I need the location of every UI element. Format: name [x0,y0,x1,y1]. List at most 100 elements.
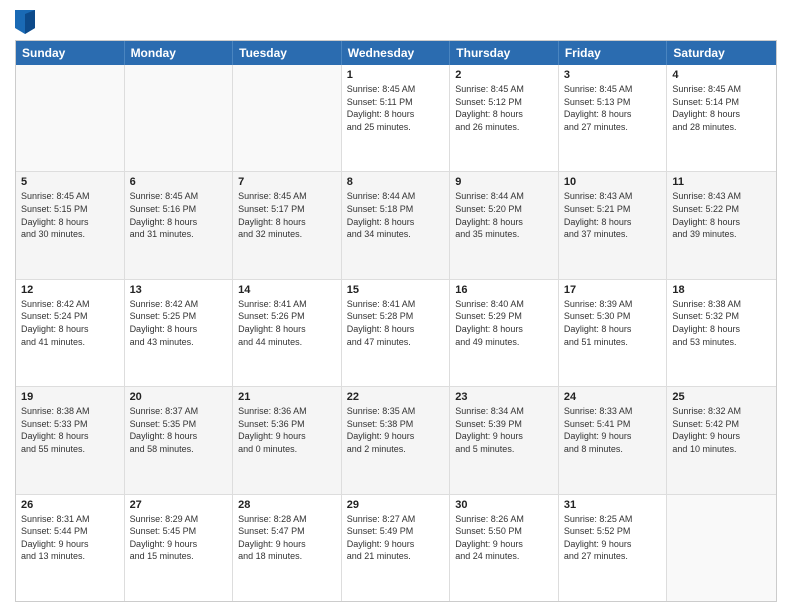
header-day-tuesday: Tuesday [233,41,342,65]
header-day-wednesday: Wednesday [342,41,451,65]
page: SundayMondayTuesdayWednesdayThursdayFrid… [0,0,792,612]
day-info: Sunrise: 8:40 AM Sunset: 5:29 PM Dayligh… [455,298,553,348]
day-number: 22 [347,391,445,403]
day-cell-14: 14 Sunrise: 8:41 AM Sunset: 5:26 PM Dayli… [233,280,342,386]
day-number: 2 [455,69,553,81]
day-info: Sunrise: 8:42 AM Sunset: 5:24 PM Dayligh… [21,298,119,348]
day-cell-29: 29Sunrise: 8:27 AM Sunset: 5:49 PM Dayli… [342,495,451,601]
day-info: Sunrise: 8:36 AM Sunset: 5:36 PM Dayligh… [238,405,336,455]
calendar: SundayMondayTuesdayWednesdayThursdayFrid… [15,40,777,602]
day-cell-12: 12 Sunrise: 8:42 AM Sunset: 5:24 PM Dayli… [16,280,125,386]
day-info: Sunrise: 8:32 AM Sunset: 5:42 PM Dayligh… [672,405,771,455]
calendar-row-1: 1 Sunrise: 8:45 AM Sunset: 5:11 PM Daylig… [16,65,776,171]
empty-cell [667,495,776,601]
day-info: Sunrise: 8:34 AM Sunset: 5:39 PM Dayligh… [455,405,553,455]
day-cell-7: 7 Sunrise: 8:45 AM Sunset: 5:17 PM Daylig… [233,172,342,278]
day-number: 16 [455,284,553,296]
day-cell-31: 31Sunrise: 8:25 AM Sunset: 5:52 PM Dayli… [559,495,668,601]
day-number: 9 [455,176,553,188]
day-cell-1: 1 Sunrise: 8:45 AM Sunset: 5:11 PM Daylig… [342,65,451,171]
day-info: Sunrise: 8:29 AM Sunset: 5:45 PM Dayligh… [130,513,228,563]
day-number: 29 [347,499,445,511]
day-number: 15 [347,284,445,296]
day-number: 12 [21,284,119,296]
day-number: 4 [672,69,771,81]
calendar-row-2: 5 Sunrise: 8:45 AM Sunset: 5:15 PM Daylig… [16,171,776,278]
day-cell-21: 21 Sunrise: 8:36 AM Sunset: 5:36 PM Dayli… [233,387,342,493]
day-number: 21 [238,391,336,403]
day-info: Sunrise: 8:41 AM Sunset: 5:28 PM Dayligh… [347,298,445,348]
logo-icon [15,10,35,34]
header-day-friday: Friday [559,41,668,65]
day-cell-10: 10 Sunrise: 8:43 AM Sunset: 5:21 PM Dayli… [559,172,668,278]
day-cell-16: 16 Sunrise: 8:40 AM Sunset: 5:29 PM Dayli… [450,280,559,386]
calendar-header: SundayMondayTuesdayWednesdayThursdayFrid… [16,41,776,65]
day-cell-9: 9 Sunrise: 8:44 AM Sunset: 5:20 PM Daylig… [450,172,559,278]
day-number: 26 [21,499,119,511]
day-info: Sunrise: 8:31 AM Sunset: 5:44 PM Dayligh… [21,513,119,563]
day-cell-2: 2 Sunrise: 8:45 AM Sunset: 5:12 PM Daylig… [450,65,559,171]
header [15,10,777,34]
day-info: Sunrise: 8:41 AM Sunset: 5:26 PM Dayligh… [238,298,336,348]
day-number: 10 [564,176,662,188]
day-info: Sunrise: 8:39 AM Sunset: 5:30 PM Dayligh… [564,298,662,348]
day-number: 30 [455,499,553,511]
day-cell-30: 30 Sunrise: 8:26 AM Sunset: 5:50 PM Dayli… [450,495,559,601]
day-info: Sunrise: 8:43 AM Sunset: 5:21 PM Dayligh… [564,190,662,240]
day-number: 8 [347,176,445,188]
day-cell-4: 4 Sunrise: 8:45 AM Sunset: 5:14 PM Daylig… [667,65,776,171]
day-number: 13 [130,284,228,296]
calendar-row-4: 19 Sunrise: 8:38 AM Sunset: 5:33 PM Dayli… [16,386,776,493]
calendar-row-3: 12 Sunrise: 8:42 AM Sunset: 5:24 PM Dayli… [16,279,776,386]
day-cell-25: 25 Sunrise: 8:32 AM Sunset: 5:42 PM Dayli… [667,387,776,493]
day-cell-28: 28 Sunrise: 8:28 AM Sunset: 5:47 PM Dayli… [233,495,342,601]
day-number: 24 [564,391,662,403]
day-info: Sunrise: 8:43 AM Sunset: 5:22 PM Dayligh… [672,190,771,240]
day-cell-13: 13Sunrise: 8:42 AM Sunset: 5:25 PM Dayli… [125,280,234,386]
day-cell-27: 27 Sunrise: 8:29 AM Sunset: 5:45 PM Dayli… [125,495,234,601]
day-number: 19 [21,391,119,403]
header-day-saturday: Saturday [667,41,776,65]
day-info: Sunrise: 8:38 AM Sunset: 5:32 PM Dayligh… [672,298,771,348]
day-info: Sunrise: 8:45 AM Sunset: 5:16 PM Dayligh… [130,190,228,240]
day-info: Sunrise: 8:28 AM Sunset: 5:47 PM Dayligh… [238,513,336,563]
day-info: Sunrise: 8:35 AM Sunset: 5:38 PM Dayligh… [347,405,445,455]
empty-cell [233,65,342,171]
day-info: Sunrise: 8:45 AM Sunset: 5:12 PM Dayligh… [455,83,553,133]
day-number: 20 [130,391,228,403]
day-info: Sunrise: 8:45 AM Sunset: 5:11 PM Dayligh… [347,83,445,133]
day-number: 25 [672,391,771,403]
day-cell-24: 24 Sunrise: 8:33 AM Sunset: 5:41 PM Dayli… [559,387,668,493]
day-number: 1 [347,69,445,81]
day-info: Sunrise: 8:45 AM Sunset: 5:13 PM Dayligh… [564,83,662,133]
day-info: Sunrise: 8:33 AM Sunset: 5:41 PM Dayligh… [564,405,662,455]
day-info: Sunrise: 8:45 AM Sunset: 5:17 PM Dayligh… [238,190,336,240]
calendar-row-5: 26 Sunrise: 8:31 AM Sunset: 5:44 PM Dayli… [16,494,776,601]
day-cell-3: 3Sunrise: 8:45 AM Sunset: 5:13 PM Daylig… [559,65,668,171]
day-number: 7 [238,176,336,188]
day-cell-19: 19 Sunrise: 8:38 AM Sunset: 5:33 PM Dayli… [16,387,125,493]
day-cell-17: 17Sunrise: 8:39 AM Sunset: 5:30 PM Dayli… [559,280,668,386]
day-info: Sunrise: 8:26 AM Sunset: 5:50 PM Dayligh… [455,513,553,563]
day-number: 31 [564,499,662,511]
day-cell-22: 22 Sunrise: 8:35 AM Sunset: 5:38 PM Dayli… [342,387,451,493]
day-number: 28 [238,499,336,511]
day-cell-11: 11Sunrise: 8:43 AM Sunset: 5:22 PM Dayli… [667,172,776,278]
day-info: Sunrise: 8:45 AM Sunset: 5:15 PM Dayligh… [21,190,119,240]
day-info: Sunrise: 8:44 AM Sunset: 5:20 PM Dayligh… [455,190,553,240]
day-cell-8: 8Sunrise: 8:44 AM Sunset: 5:18 PM Daylig… [342,172,451,278]
day-number: 27 [130,499,228,511]
day-cell-20: 20Sunrise: 8:37 AM Sunset: 5:35 PM Dayli… [125,387,234,493]
day-number: 23 [455,391,553,403]
logo [15,10,39,34]
day-number: 18 [672,284,771,296]
day-number: 6 [130,176,228,188]
day-number: 5 [21,176,119,188]
day-info: Sunrise: 8:38 AM Sunset: 5:33 PM Dayligh… [21,405,119,455]
day-number: 14 [238,284,336,296]
header-day-thursday: Thursday [450,41,559,65]
header-day-sunday: Sunday [16,41,125,65]
day-info: Sunrise: 8:45 AM Sunset: 5:14 PM Dayligh… [672,83,771,133]
day-cell-5: 5 Sunrise: 8:45 AM Sunset: 5:15 PM Daylig… [16,172,125,278]
day-cell-15: 15 Sunrise: 8:41 AM Sunset: 5:28 PM Dayli… [342,280,451,386]
